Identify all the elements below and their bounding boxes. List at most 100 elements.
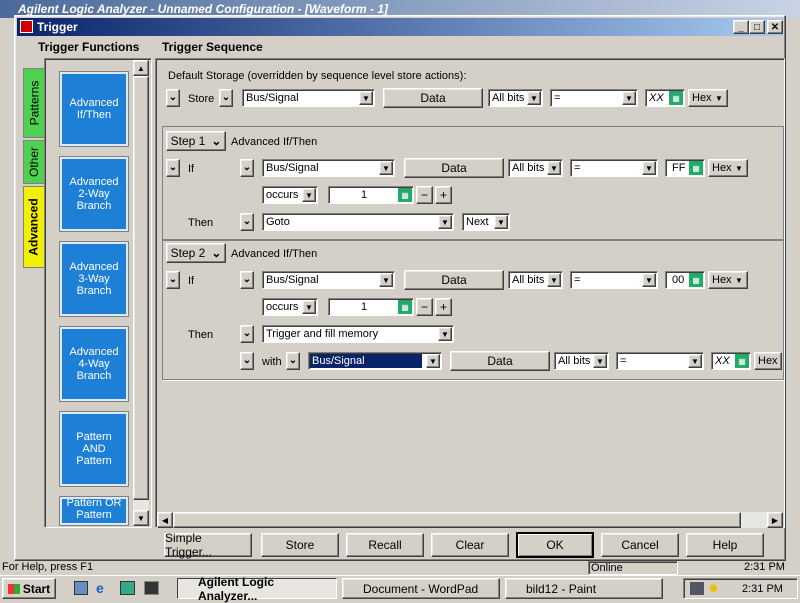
tab-other[interactable]: Other <box>23 140 45 184</box>
step-2-with-signal-chevron-icon[interactable]: ⌄ <box>286 352 300 370</box>
minimize-button[interactable]: _ <box>733 20 749 34</box>
function-advanced-if-then[interactable]: Advanced If/Then <box>59 71 129 147</box>
scroll-thumb[interactable] <box>133 76 149 500</box>
scroll-up-arrow-icon[interactable]: ▲ <box>133 60 149 76</box>
dropdown-arrow-icon: ▼ <box>547 273 561 287</box>
task-agilent[interactable]: Agilent Logic Analyzer... <box>177 575 337 603</box>
close-button[interactable]: ✕ <box>767 20 783 34</box>
default-value-field[interactable]: XX ▦ <box>645 89 685 107</box>
alert-tray-icon[interactable]: ✸ <box>708 581 719 597</box>
default-data-button[interactable]: Data <box>383 88 483 108</box>
store-chevron-icon[interactable]: ⌄ <box>219 89 233 107</box>
function-advanced-2-way-branch[interactable]: Advanced 2-Way Branch <box>59 156 129 232</box>
sequence-h-scrollbar[interactable]: ◀ ▶ <box>157 512 783 528</box>
h-scroll-thumb[interactable] <box>173 512 741 528</box>
step-2-if-chevron-icon[interactable]: ⌄ <box>166 271 180 289</box>
tab-patterns[interactable]: Patterns <box>23 68 45 138</box>
step-2-signal-select[interactable]: Bus/Signal ▼ <box>262 271 395 289</box>
step-1-data-button[interactable]: Data <box>404 158 504 178</box>
step-2-operator-select[interactable]: = ▼ <box>570 271 658 289</box>
dropdown-arrow-icon: ▼ <box>494 215 508 229</box>
step-1-occurs-select[interactable]: occurs ▼ <box>262 186 318 204</box>
step-1-function-label: Advanced If/Then <box>231 136 318 148</box>
step-1-signal-select[interactable]: Bus/Signal ▼ <box>262 159 395 177</box>
step-2-with-signal-select[interactable]: Bus/Signal ▼ <box>308 352 442 370</box>
quicklaunch-desktop-icon[interactable] <box>74 581 88 595</box>
network-tray-icon[interactable] <box>690 582 704 595</box>
step-1-increment-button[interactable]: + <box>435 186 452 204</box>
step-2-base-select[interactable]: Hex ▼ <box>708 271 748 289</box>
dropdown-arrow-icon: ▼ <box>438 215 452 229</box>
default-base-select[interactable]: Hex ▼ <box>688 89 728 107</box>
step-1-target-select[interactable]: Next ▼ <box>462 213 510 231</box>
default-storage-chevron-icon[interactable]: ⌄ <box>166 89 180 107</box>
quicklaunch-console-icon[interactable] <box>144 581 159 595</box>
step-1-button[interactable]: Step 1 ⌄ <box>166 131 226 151</box>
system-tray: ✸ 2:31 PM <box>683 578 798 599</box>
start-button[interactable]: Start <box>2 578 56 599</box>
dropdown-arrow-icon: ▼ <box>642 273 656 287</box>
step-1-value-field[interactable]: FF ▦ <box>665 159 705 177</box>
step-2-with-operator-select[interactable]: = ▼ <box>616 352 704 370</box>
dropdown-arrow-icon: ▼ <box>715 93 723 103</box>
function-advanced-3-way-branch[interactable]: Advanced 3-Way Branch <box>59 241 129 317</box>
task-paint[interactable]: bild12 - Paint <box>505 578 663 599</box>
maximize-button[interactable]: □ <box>749 20 765 34</box>
simple-trigger-button[interactable]: Simple Trigger... <box>164 531 252 559</box>
scroll-left-arrow-icon[interactable]: ◀ <box>157 512 173 528</box>
ok-button[interactable]: OK <box>516 532 594 558</box>
default-signal-select[interactable]: Bus/Signal ▼ <box>242 89 375 107</box>
step-2-increment-button[interactable]: + <box>435 298 452 316</box>
function-pattern-and-pattern[interactable]: Pattern AND Pattern <box>59 411 129 487</box>
help-button[interactable]: Help <box>686 533 764 557</box>
step-1-then-chevron-icon[interactable]: ⌄ <box>240 213 254 231</box>
dialog-app-icon <box>20 20 33 33</box>
step-1-operator-select[interactable]: = ▼ <box>570 159 658 177</box>
scroll-down-arrow-icon[interactable]: ▼ <box>133 510 149 526</box>
step-1-if-chevron-icon[interactable]: ⌄ <box>166 159 180 177</box>
dropdown-arrow-icon: ▼ <box>302 300 316 314</box>
step-1-signal-chevron-icon[interactable]: ⌄ <box>240 159 254 177</box>
step-2-data-button[interactable]: Data <box>404 270 504 290</box>
step-2-action-select[interactable]: Trigger and fill memory ▼ <box>262 325 454 343</box>
step-2-with-label: with <box>262 356 282 368</box>
step-2-then-chevron-icon[interactable]: ⌄ <box>240 325 254 343</box>
step-1-decrement-button[interactable]: − <box>416 186 433 204</box>
functions-scrollbar[interactable]: ▲ ▼ <box>133 60 149 526</box>
default-bits-select[interactable]: All bits ▼ <box>488 89 543 107</box>
function-pattern-or-pattern[interactable]: Pattern OR Pattern <box>59 496 129 526</box>
quicklaunch-network-icon[interactable] <box>120 581 135 595</box>
step-2-decrement-button[interactable]: − <box>416 298 433 316</box>
step-1-base-select[interactable]: Hex ▼ <box>708 159 748 177</box>
default-operator-select[interactable]: = ▼ <box>550 89 638 107</box>
step-2-with-data-button[interactable]: Data <box>450 351 550 371</box>
step-2-value-field[interactable]: 00 ▦ <box>665 271 705 289</box>
recall-button[interactable]: Recall <box>346 533 424 557</box>
step-2-bits-select[interactable]: All bits ▼ <box>508 271 563 289</box>
clear-button[interactable]: Clear <box>431 533 509 557</box>
step-2-with-base-select[interactable]: Hex <box>754 352 782 370</box>
trigger-sequence-heading: Trigger Sequence <box>162 40 263 54</box>
step-1-action-select[interactable]: Goto ▼ <box>262 213 454 231</box>
dropdown-arrow-icon: ▼ <box>642 161 656 175</box>
calculator-icon: ▦ <box>669 91 683 105</box>
cancel-button[interactable]: Cancel <box>601 533 679 557</box>
tab-advanced[interactable]: Advanced <box>23 186 45 268</box>
step-2-with-bits-select[interactable]: All bits ▼ <box>554 352 609 370</box>
step-2-signal-chevron-icon[interactable]: ⌄ <box>240 271 254 289</box>
step-2-occurs-select[interactable]: occurs ▼ <box>262 298 318 316</box>
function-advanced-4-way-branch[interactable]: Advanced 4-Way Branch <box>59 326 129 402</box>
step-1-bits-select[interactable]: All bits ▼ <box>508 159 563 177</box>
dropdown-arrow-icon: ▼ <box>426 354 440 368</box>
step-2-button[interactable]: Step 2 ⌄ <box>166 243 226 263</box>
task-wordpad[interactable]: Document - WordPad <box>342 578 500 599</box>
step-2-with-value-field[interactable]: XX ▦ <box>711 352 751 370</box>
store-button[interactable]: Store <box>261 533 339 557</box>
status-help-text: For Help, press F1 <box>2 561 94 573</box>
step-2-count-field[interactable]: 1 ▦ <box>328 298 414 316</box>
step-2-with-chevron-icon[interactable]: ⌄ <box>240 352 254 370</box>
quicklaunch-ie-icon[interactable]: e <box>96 581 111 596</box>
scroll-right-arrow-icon[interactable]: ▶ <box>767 512 783 528</box>
default-storage-label: Default Storage (overridden by sequence … <box>168 70 467 82</box>
step-1-count-field[interactable]: 1 ▦ <box>328 186 414 204</box>
